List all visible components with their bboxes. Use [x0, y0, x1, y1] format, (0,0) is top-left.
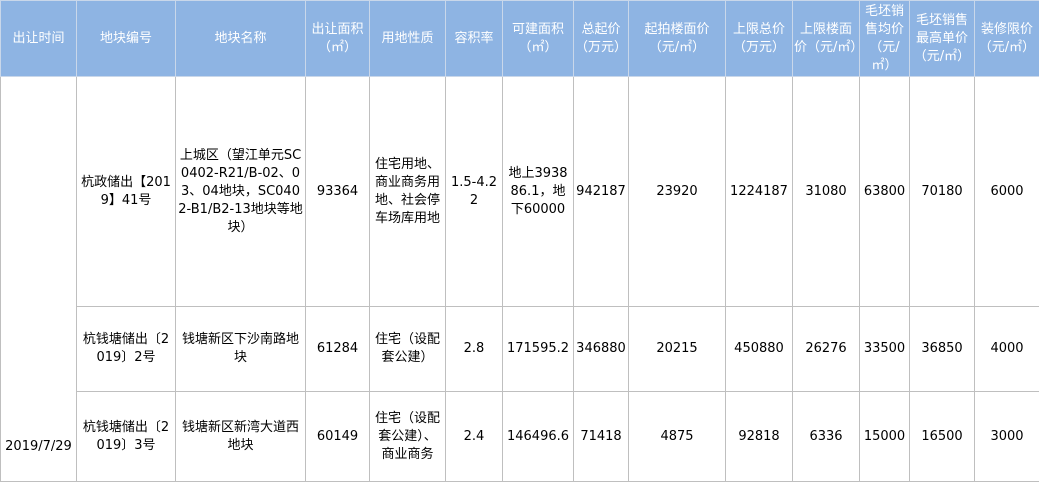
cell-far: 2.4 [446, 392, 503, 482]
header-start-total: 总起价（万元） [574, 1, 629, 77]
cell-start-floor: 20215 [629, 307, 726, 392]
cell-use: 住宅用地、商业商务用地、社会停车场库用地 [370, 77, 446, 307]
header-area: 出让面积（㎡） [306, 1, 370, 77]
header-buildable: 可建面积（㎡） [503, 1, 574, 77]
cell-name: 钱塘新区新湾大道西地块 [176, 392, 306, 482]
cell-cap-floor: 26276 [793, 307, 860, 392]
header-date: 出让时间 [1, 1, 77, 77]
cell-avg-price: 15000 [860, 392, 910, 482]
cell-use: 住宅（设配套公建） [370, 307, 446, 392]
cell-cap-floor: 6336 [793, 392, 860, 482]
cell-code: 杭钱塘储出〔2019〕3号 [77, 392, 176, 482]
table-row: 杭钱塘储出〔2019〕3号 钱塘新区新湾大道西地块 60149 住宅（设配套公建… [1, 392, 1039, 482]
cell-code: 杭政储出【2019】41号 [77, 77, 176, 307]
cell-deco: 3000 [975, 392, 1039, 482]
table-row: 2019/7/29 杭政储出【2019】41号 上城区（望江单元SC0402-R… [1, 77, 1039, 307]
header-deco: 装修限价（元/㎡） [975, 1, 1039, 77]
cell-max-price: 16500 [910, 392, 975, 482]
cell-area: 61284 [306, 307, 370, 392]
header-row: 出让时间 地块编号 地块名称 出让面积（㎡） 用地性质 容积率 可建面积（㎡） … [1, 1, 1039, 77]
cell-cap-total: 1224187 [726, 77, 793, 307]
header-start-floor: 起拍楼面价（元/㎡） [629, 1, 726, 77]
land-auction-table: 出让时间 地块编号 地块名称 出让面积（㎡） 用地性质 容积率 可建面积（㎡） … [0, 0, 1039, 482]
header-avg-price: 毛坯销售均价（元/㎡） [860, 1, 910, 77]
table-row: 杭钱塘储出〔2019〕2号 钱塘新区下沙南路地块 61284 住宅（设配套公建）… [1, 307, 1039, 392]
cell-name: 上城区（望江单元SC0402-R21/B-02、03、04地块，SC0402-B… [176, 77, 306, 307]
header-code: 地块编号 [77, 1, 176, 77]
cell-cap-total: 450880 [726, 307, 793, 392]
cell-far: 1.5-4.22 [446, 77, 503, 307]
header-far: 容积率 [446, 1, 503, 77]
cell-max-price: 70180 [910, 77, 975, 307]
header-max-price: 毛坯销售最高单价（元/㎡） [910, 1, 975, 77]
cell-avg-price: 63800 [860, 77, 910, 307]
cell-cap-floor: 31080 [793, 77, 860, 307]
cell-buildable: 地上393886.1，地下60000 [503, 77, 574, 307]
cell-date: 2019/7/29 [1, 77, 77, 482]
cell-area: 93364 [306, 77, 370, 307]
cell-start-total: 346880 [574, 307, 629, 392]
cell-avg-price: 33500 [860, 307, 910, 392]
cell-start-total: 71418 [574, 392, 629, 482]
cell-start-total: 942187 [574, 77, 629, 307]
cell-area: 60149 [306, 392, 370, 482]
header-use: 用地性质 [370, 1, 446, 77]
cell-buildable: 171595.2 [503, 307, 574, 392]
cell-far: 2.8 [446, 307, 503, 392]
cell-deco: 4000 [975, 307, 1039, 392]
cell-buildable: 146496.6 [503, 392, 574, 482]
header-cap-total: 上限总价（万元） [726, 1, 793, 77]
header-name: 地块名称 [176, 1, 306, 77]
cell-max-price: 36850 [910, 307, 975, 392]
cell-name: 钱塘新区下沙南路地块 [176, 307, 306, 392]
cell-code: 杭钱塘储出〔2019〕2号 [77, 307, 176, 392]
cell-start-floor: 23920 [629, 77, 726, 307]
cell-deco: 6000 [975, 77, 1039, 307]
header-cap-floor: 上限楼面价（元/㎡） [793, 1, 860, 77]
cell-use: 住宅（设配套公建）、商业商务 [370, 392, 446, 482]
cell-cap-total: 92818 [726, 392, 793, 482]
cell-start-floor: 4875 [629, 392, 726, 482]
